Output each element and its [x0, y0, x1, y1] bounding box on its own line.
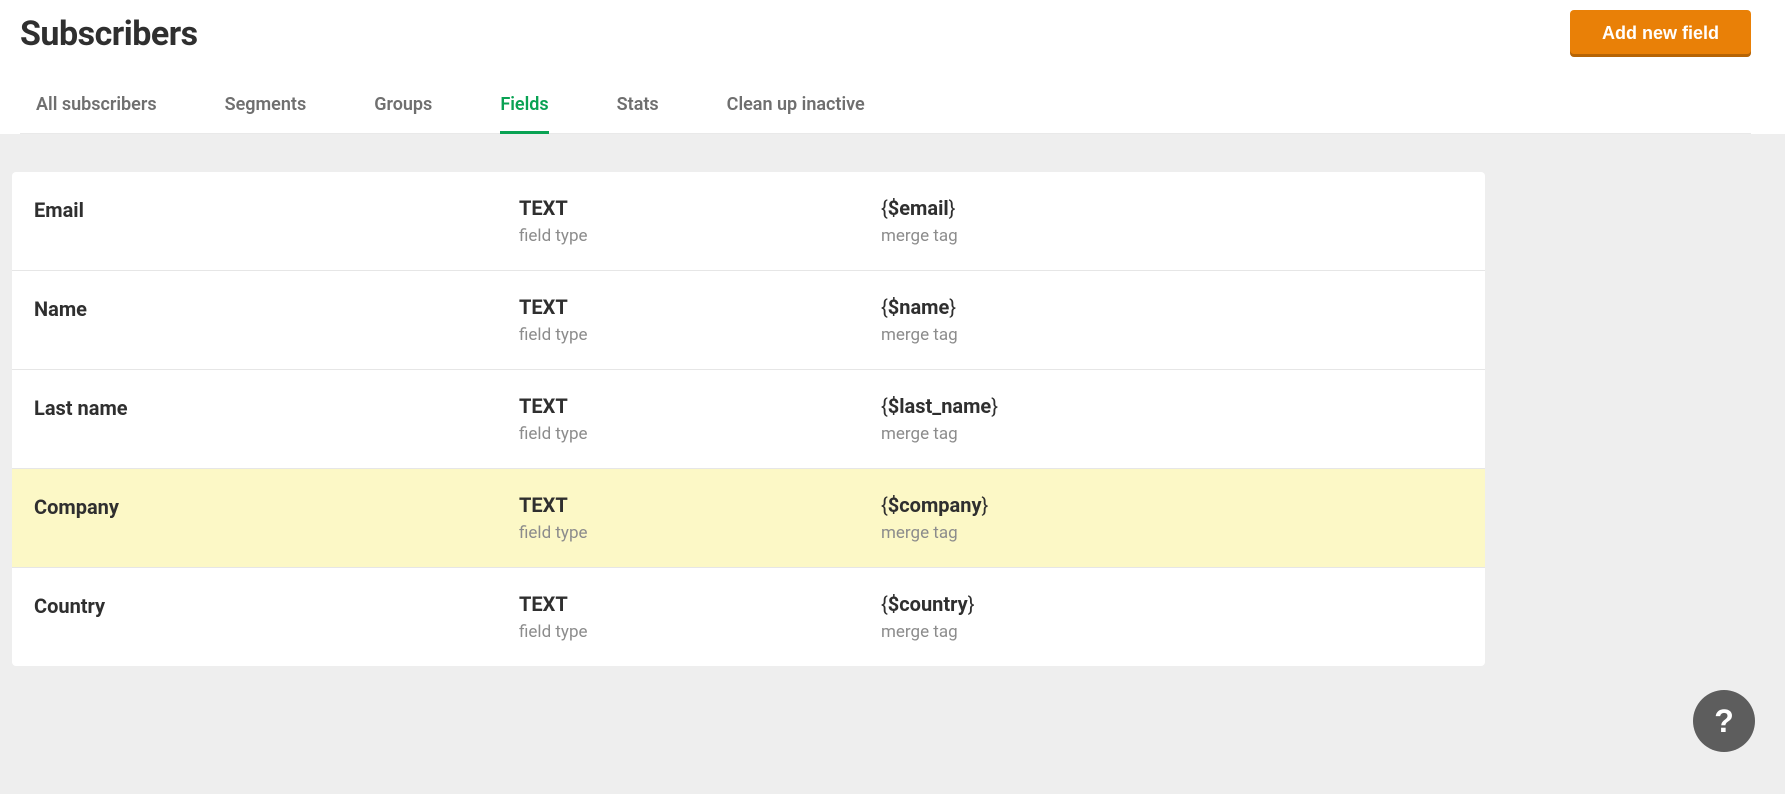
field-type-col: TEXT field type	[519, 196, 881, 246]
field-row[interactable]: Email TEXT field type {$email} merge tag	[12, 172, 1485, 271]
tab-stats[interactable]: Stats	[617, 86, 659, 134]
field-type-label: field type	[519, 424, 881, 444]
merge-tag-value: {$country}	[881, 592, 1485, 616]
tab-clean-up-inactive[interactable]: Clean up inactive	[727, 86, 865, 134]
merge-tag-value: {$email}	[881, 196, 1485, 220]
field-row[interactable]: Last name TEXT field type {$last_name} m…	[12, 370, 1485, 469]
field-type-col: TEXT field type	[519, 592, 881, 642]
content-area: Email TEXT field type {$email} merge tag…	[0, 134, 1785, 794]
field-name: Email	[34, 196, 519, 222]
add-new-field-button[interactable]: Add new field	[1570, 10, 1751, 57]
field-name: Country	[34, 592, 519, 618]
tab-fields[interactable]: Fields	[500, 86, 548, 134]
merge-tag-label: merge tag	[881, 325, 1485, 345]
merge-tag-col: {$country} merge tag	[881, 592, 1485, 642]
field-type-value: TEXT	[519, 295, 881, 319]
tab-segments[interactable]: Segments	[225, 86, 307, 134]
tab-groups[interactable]: Groups	[374, 86, 432, 134]
fields-panel: Email TEXT field type {$email} merge tag…	[12, 172, 1485, 666]
field-type-value: TEXT	[519, 394, 881, 418]
merge-tag-label: merge tag	[881, 424, 1485, 444]
field-type-label: field type	[519, 523, 881, 543]
field-name: Last name	[34, 394, 519, 420]
field-row[interactable]: Company TEXT field type {$company} merge…	[12, 469, 1485, 568]
help-button[interactable]: ?	[1693, 690, 1755, 752]
field-name: Name	[34, 295, 519, 321]
field-type-label: field type	[519, 325, 881, 345]
merge-tag-label: merge tag	[881, 523, 1485, 543]
tabs: All subscribers Segments Groups Fields S…	[20, 85, 1751, 134]
page-title: Subscribers	[20, 14, 198, 54]
merge-tag-value: {$company}	[881, 493, 1485, 517]
merge-tag-col: {$name} merge tag	[881, 295, 1485, 345]
help-icon: ?	[1714, 703, 1734, 740]
merge-tag-col: {$email} merge tag	[881, 196, 1485, 246]
field-type-value: TEXT	[519, 493, 881, 517]
merge-tag-col: {$last_name} merge tag	[881, 394, 1485, 444]
merge-tag-label: merge tag	[881, 226, 1485, 246]
tab-all-subscribers[interactable]: All subscribers	[36, 86, 157, 134]
field-type-label: field type	[519, 622, 881, 642]
field-type-value: TEXT	[519, 196, 881, 220]
field-type-col: TEXT field type	[519, 394, 881, 444]
merge-tag-value: {$name}	[881, 295, 1485, 319]
merge-tag-label: merge tag	[881, 622, 1485, 642]
title-row: Subscribers Add new field	[20, 10, 1751, 57]
merge-tag-col: {$company} merge tag	[881, 493, 1485, 543]
field-row[interactable]: Country TEXT field type {$country} merge…	[12, 568, 1485, 666]
field-name: Company	[34, 493, 519, 519]
merge-tag-value: {$last_name}	[881, 394, 1485, 418]
field-type-label: field type	[519, 226, 881, 246]
field-type-value: TEXT	[519, 592, 881, 616]
field-type-col: TEXT field type	[519, 493, 881, 543]
page-header: Subscribers Add new field All subscriber…	[0, 0, 1785, 134]
field-row[interactable]: Name TEXT field type {$name} merge tag	[12, 271, 1485, 370]
field-type-col: TEXT field type	[519, 295, 881, 345]
